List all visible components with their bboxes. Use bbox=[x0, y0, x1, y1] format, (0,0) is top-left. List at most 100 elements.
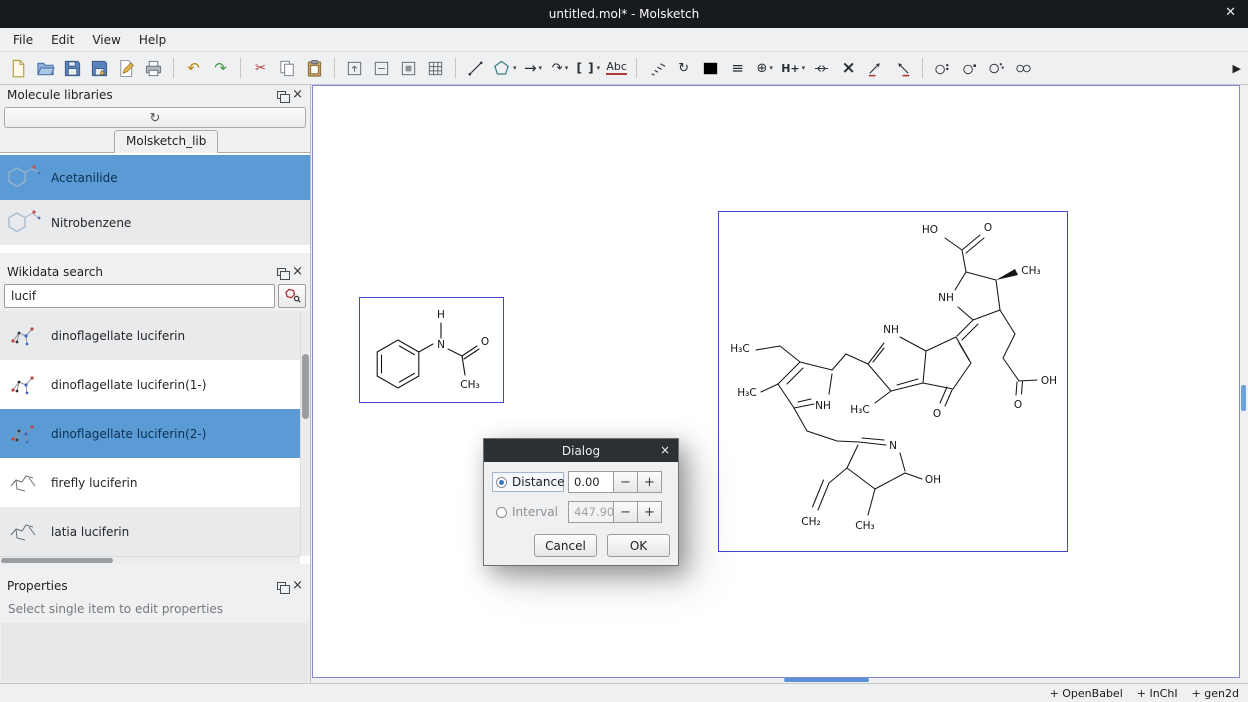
dropdown-arrow-icon[interactable]: ▾ bbox=[769, 64, 773, 72]
list-item[interactable]: dinoflagellate luciferin bbox=[0, 311, 300, 360]
align-tool-1-icon bbox=[866, 59, 885, 78]
status-gen2d[interactable]: + gen2d bbox=[1192, 687, 1239, 700]
line-width-button[interactable]: ≡ bbox=[724, 55, 751, 82]
paste-button[interactable] bbox=[301, 55, 328, 82]
scrollbar-thumb[interactable] bbox=[1, 558, 113, 563]
close-panel-icon[interactable]: × bbox=[292, 265, 303, 278]
lone-pair-tool-button[interactable] bbox=[929, 55, 956, 82]
atom-label: OH bbox=[925, 474, 941, 486]
distance-option[interactable]: Distance bbox=[492, 472, 564, 492]
align-tool-2-button[interactable] bbox=[889, 55, 916, 82]
main-area: Molecule libraries × ↻ Molsketch_lib Ace… bbox=[0, 85, 1248, 683]
list-item[interactable]: dinoflagellate luciferin(2-) bbox=[0, 409, 300, 458]
hatch-bond-button[interactable] bbox=[643, 55, 670, 82]
molecule-thumbnail bbox=[4, 316, 44, 356]
radical-tool-button[interactable] bbox=[956, 55, 983, 82]
save-file-button[interactable] bbox=[59, 55, 86, 82]
molecule-thumbnail bbox=[4, 158, 44, 198]
bracket-tool-button[interactable]: [ ]▾ bbox=[574, 55, 604, 82]
menu-edit[interactable]: Edit bbox=[42, 30, 83, 50]
refresh-library-button[interactable]: ↻ bbox=[4, 107, 306, 128]
menu-view[interactable]: View bbox=[83, 30, 129, 50]
acetanilide-molecule-selection[interactable]: H N O CH₃ bbox=[359, 297, 504, 403]
text-tool-icon: Abc bbox=[606, 61, 627, 76]
wikidata-horizontal-scrollbar[interactable] bbox=[0, 556, 300, 564]
distance-spinbox[interactable]: 0.00 bbox=[568, 471, 614, 493]
frame-item-button[interactable] bbox=[395, 55, 422, 82]
status-openbabel[interactable]: + OpenBabel bbox=[1050, 687, 1123, 700]
molecule-name: latia luciferin bbox=[51, 525, 129, 539]
optimize-tool-button[interactable] bbox=[1010, 55, 1037, 82]
copy-button[interactable] bbox=[274, 55, 301, 82]
close-panel-icon[interactable]: × bbox=[292, 579, 303, 592]
cancel-button[interactable]: Cancel bbox=[534, 534, 597, 557]
dialog-titlebar[interactable]: Dialog × bbox=[484, 439, 678, 462]
list-item[interactable]: Nitrobenzene bbox=[0, 200, 310, 245]
interval-radio[interactable] bbox=[496, 507, 507, 518]
redo-button[interactable]: ↷ bbox=[207, 55, 234, 82]
dropdown-arrow-icon[interactable]: ▾ bbox=[565, 64, 569, 72]
cut-button[interactable]: ✂ bbox=[247, 55, 274, 82]
frame-remove-button[interactable] bbox=[368, 55, 395, 82]
align-tool-1-button[interactable] bbox=[862, 55, 889, 82]
molecule-name: dinoflagellate luciferin bbox=[51, 329, 185, 343]
distance-increment-button[interactable]: + bbox=[638, 471, 662, 493]
rotate-tool-button[interactable]: ↻ bbox=[670, 55, 697, 82]
drawing-canvas[interactable]: H N O CH₃ bbox=[312, 85, 1240, 678]
line-width-icon: ≡ bbox=[731, 61, 744, 76]
canvas-horizontal-scrollbar-thumb[interactable] bbox=[784, 678, 869, 682]
ok-button[interactable]: OK bbox=[607, 534, 670, 557]
charge-tool-button[interactable]: ⊕▾ bbox=[751, 55, 778, 82]
reaction-arrow-button[interactable]: →▾ bbox=[520, 55, 547, 82]
new-file-button[interactable] bbox=[5, 55, 32, 82]
list-item[interactable]: dinoflagellate luciferin(1-) bbox=[0, 360, 300, 409]
electron-pair-tool-button[interactable] bbox=[983, 55, 1010, 82]
dropdown-arrow-icon[interactable]: ▾ bbox=[597, 64, 601, 72]
tab-molsketch-lib[interactable]: Molsketch_lib bbox=[114, 130, 218, 153]
list-item[interactable]: latia luciferin bbox=[0, 507, 300, 556]
toolbar-overflow-button[interactable]: ▶ bbox=[1233, 62, 1243, 75]
frame-add-button[interactable] bbox=[341, 55, 368, 82]
titlebar[interactable]: untitled.mol* - Molsketch ✕ bbox=[0, 0, 1248, 28]
dropdown-arrow-icon[interactable]: ▾ bbox=[539, 64, 543, 72]
frame-grid-button[interactable] bbox=[422, 55, 449, 82]
save-file-as-button[interactable] bbox=[86, 55, 113, 82]
menu-help[interactable]: Help bbox=[130, 30, 175, 50]
toolbar-separator bbox=[240, 58, 241, 78]
luciferin-molecule-selection[interactable]: HO O CH₃ NH OH O NH H₃C H₃C NH H₃C O N O… bbox=[718, 211, 1068, 552]
delete-tool-button[interactable]: × bbox=[835, 55, 862, 82]
edit-document-button[interactable] bbox=[113, 55, 140, 82]
canvas-vertical-scrollbar-thumb[interactable] bbox=[1241, 385, 1246, 411]
print-document-button[interactable] bbox=[140, 55, 167, 82]
wikidata-search-button[interactable] bbox=[278, 284, 306, 308]
list-item[interactable]: firefly luciferin bbox=[0, 458, 300, 507]
atom-label: H bbox=[437, 309, 445, 321]
float-panel-icon[interactable] bbox=[277, 582, 286, 590]
wikidata-search-input[interactable] bbox=[4, 284, 275, 308]
undo-button[interactable]: ↶ bbox=[180, 55, 207, 82]
draw-bond-button[interactable] bbox=[462, 55, 489, 82]
float-panel-icon[interactable] bbox=[277, 91, 286, 99]
wikidata-vertical-scrollbar[interactable] bbox=[300, 311, 310, 556]
list-item[interactable]: Acetanilide bbox=[0, 155, 310, 200]
text-tool-button[interactable]: Abc bbox=[603, 55, 630, 82]
distance-decrement-button[interactable]: − bbox=[614, 471, 638, 493]
window-close-button[interactable]: ✕ bbox=[1225, 5, 1236, 20]
mirror-tool-button[interactable] bbox=[808, 55, 835, 82]
open-file-button[interactable] bbox=[32, 55, 59, 82]
dropdown-arrow-icon[interactable]: ▾ bbox=[513, 64, 517, 72]
status-inchi[interactable]: + InChI bbox=[1137, 687, 1178, 700]
mechanism-arrow-button[interactable]: ↷▾ bbox=[547, 55, 574, 82]
color-picker-button[interactable] bbox=[697, 55, 724, 82]
dialog-close-button[interactable]: × bbox=[660, 443, 670, 457]
interval-option[interactable]: Interval bbox=[492, 502, 564, 522]
close-panel-icon[interactable]: × bbox=[292, 88, 303, 101]
menu-file[interactable]: File bbox=[4, 30, 42, 50]
scrollbar-thumb[interactable] bbox=[302, 354, 309, 419]
distance-radio[interactable] bbox=[496, 477, 507, 488]
hydrogen-tool-button[interactable]: H+▾ bbox=[778, 55, 808, 82]
dropdown-arrow-icon[interactable]: ▾ bbox=[802, 64, 806, 72]
draw-ring-button[interactable]: ▾ bbox=[489, 55, 520, 82]
float-panel-icon[interactable] bbox=[277, 268, 286, 276]
atom-label: O bbox=[481, 336, 489, 348]
